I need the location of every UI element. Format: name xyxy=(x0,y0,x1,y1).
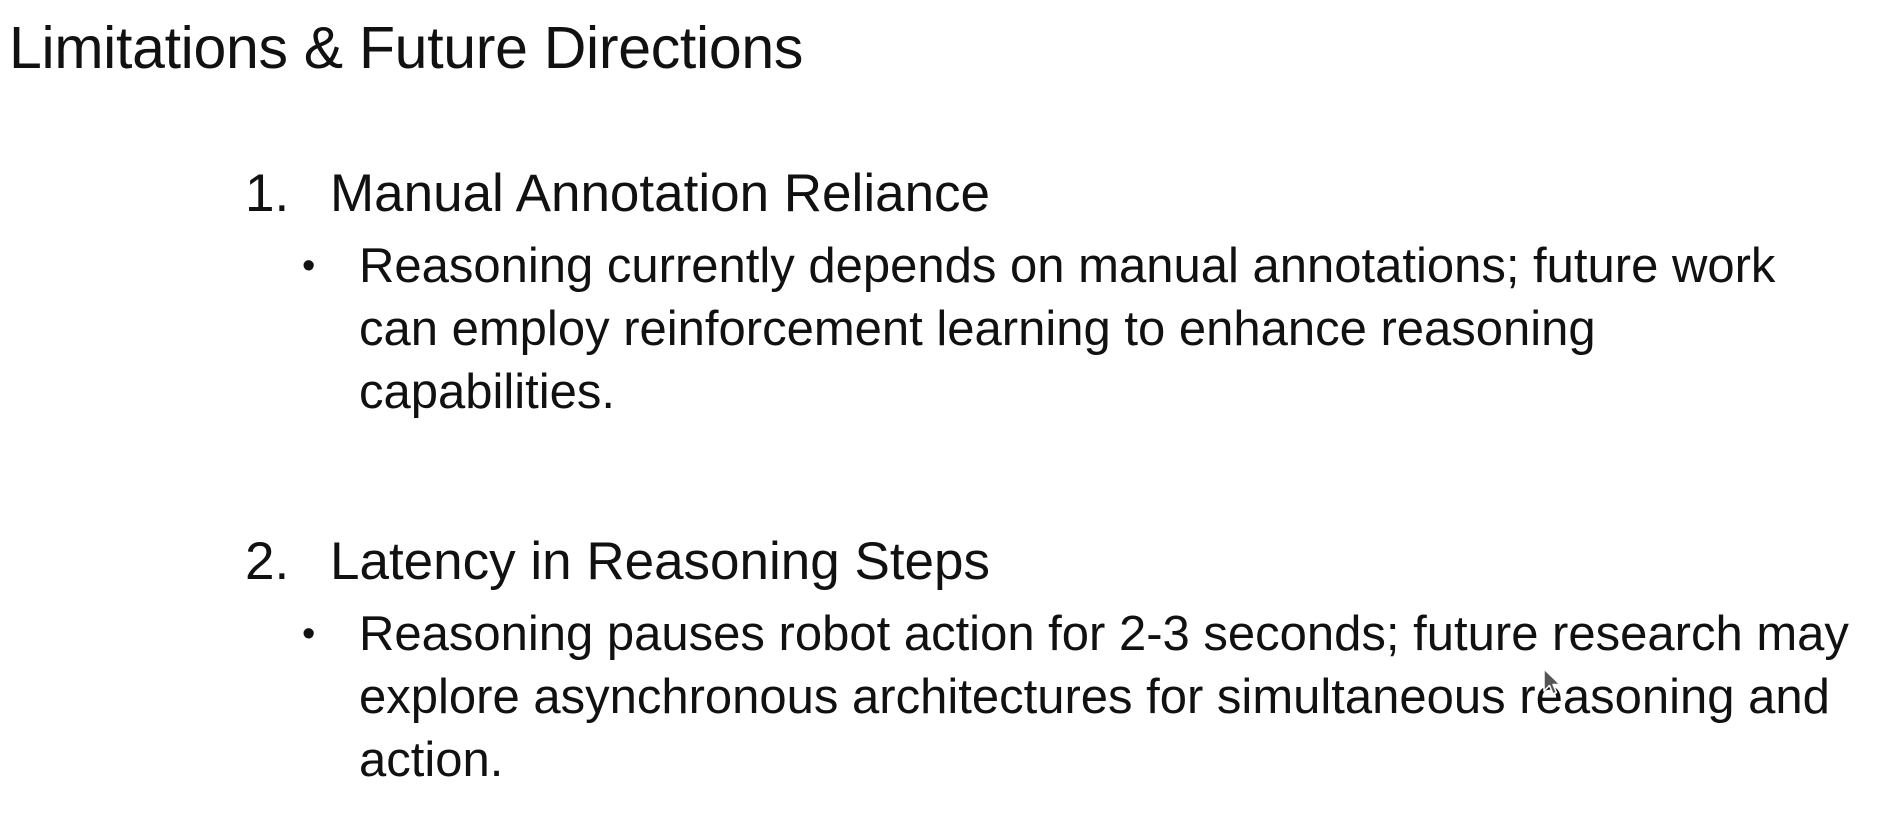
section-number: 1. xyxy=(245,164,290,223)
slide-title: Limitations & Future Directions xyxy=(9,15,804,81)
mouse-pointer-icon xyxy=(1543,668,1561,695)
section-number: 2. xyxy=(245,532,290,591)
list-item: 1. Manual Annotation Reliance • Reasonin… xyxy=(245,158,1865,424)
list-item: 2. Latency in Reasoning Steps • Reasonin… xyxy=(245,526,1865,792)
bullet-item: • Reasoning currently depends on manual … xyxy=(245,235,1865,424)
bullet-icon: • xyxy=(302,613,316,655)
bullet-icon: • xyxy=(302,245,316,287)
section-heading: 2. Latency in Reasoning Steps xyxy=(245,526,1865,598)
section-title: Latency in Reasoning Steps xyxy=(330,532,990,591)
bullet-item: • Reasoning pauses robot action for 2-3 … xyxy=(245,603,1865,792)
bullet-text: Reasoning currently depends on manual an… xyxy=(359,239,1776,419)
bullet-text: Reasoning pauses robot action for 2-3 se… xyxy=(359,607,1849,787)
section-title: Manual Annotation Reliance xyxy=(330,164,991,223)
slide: Limitations & Future Directions 1. Manua… xyxy=(0,0,1902,829)
section-heading: 1. Manual Annotation Reliance xyxy=(245,158,1865,230)
